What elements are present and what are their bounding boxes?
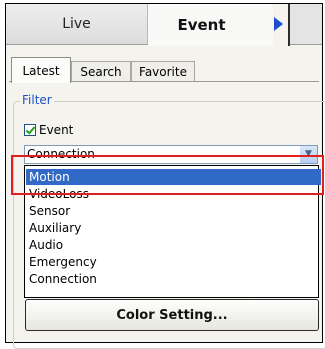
event-checkbox-row[interactable]: Event bbox=[24, 122, 73, 138]
tab-favorite[interactable]: Favorite bbox=[131, 61, 195, 81]
dropdown-item-motion[interactable]: Motion bbox=[26, 169, 321, 185]
event-checkbox-label: Event bbox=[39, 123, 74, 137]
main-tab-bar: Live Event bbox=[6, 4, 322, 46]
dropdown-item-label: Connection bbox=[29, 272, 97, 286]
tab-favorite-label: Favorite bbox=[139, 64, 187, 79]
tab-latest[interactable]: Latest bbox=[11, 57, 71, 83]
dropdown-item-label: Audio bbox=[29, 238, 64, 252]
triangle-right-icon[interactable] bbox=[274, 17, 283, 31]
tab-live[interactable]: Live bbox=[6, 4, 148, 45]
dropdown-item-label: Emergency bbox=[29, 255, 97, 269]
color-setting-button[interactable]: Color Setting... bbox=[25, 299, 319, 331]
event-type-combo[interactable]: Connection ▼ bbox=[24, 145, 318, 164]
tab-event[interactable]: Event bbox=[148, 4, 273, 46]
filter-title: Filter bbox=[20, 93, 54, 107]
tab-event-label: Event bbox=[177, 16, 226, 34]
tab-search-label: Search bbox=[80, 64, 122, 79]
chevron-down-icon[interactable]: ▼ bbox=[300, 146, 317, 163]
dropdown-item-label: Motion bbox=[29, 170, 70, 184]
tab-live-label: Live bbox=[62, 16, 91, 32]
tab-latest-label: Latest bbox=[22, 63, 60, 78]
dropdown-item-auxiliary[interactable]: Auxiliary bbox=[26, 220, 321, 236]
dropdown-item-connection[interactable]: Connection bbox=[26, 271, 321, 287]
dropdown-item-label: VideoLoss bbox=[29, 187, 89, 201]
dropdown-item-videoloss[interactable]: VideoLoss bbox=[26, 186, 321, 202]
event-checkbox[interactable] bbox=[24, 124, 36, 136]
tab-bar-empty-area bbox=[290, 4, 322, 45]
combo-selected-value: Connection bbox=[27, 147, 95, 161]
dropdown-item-emergency[interactable]: Emergency bbox=[26, 254, 321, 270]
event-type-dropdown-list[interactable]: Motion VideoLoss Sensor Auxiliary Audio … bbox=[24, 165, 321, 298]
dropdown-item-sensor[interactable]: Sensor bbox=[26, 203, 321, 219]
tab-search[interactable]: Search bbox=[71, 61, 131, 81]
dropdown-item-label: Auxiliary bbox=[29, 221, 82, 235]
dropdown-item-label: Sensor bbox=[29, 204, 71, 218]
color-setting-button-label: Color Setting... bbox=[116, 307, 228, 323]
dropdown-item-audio[interactable]: Audio bbox=[26, 237, 321, 253]
